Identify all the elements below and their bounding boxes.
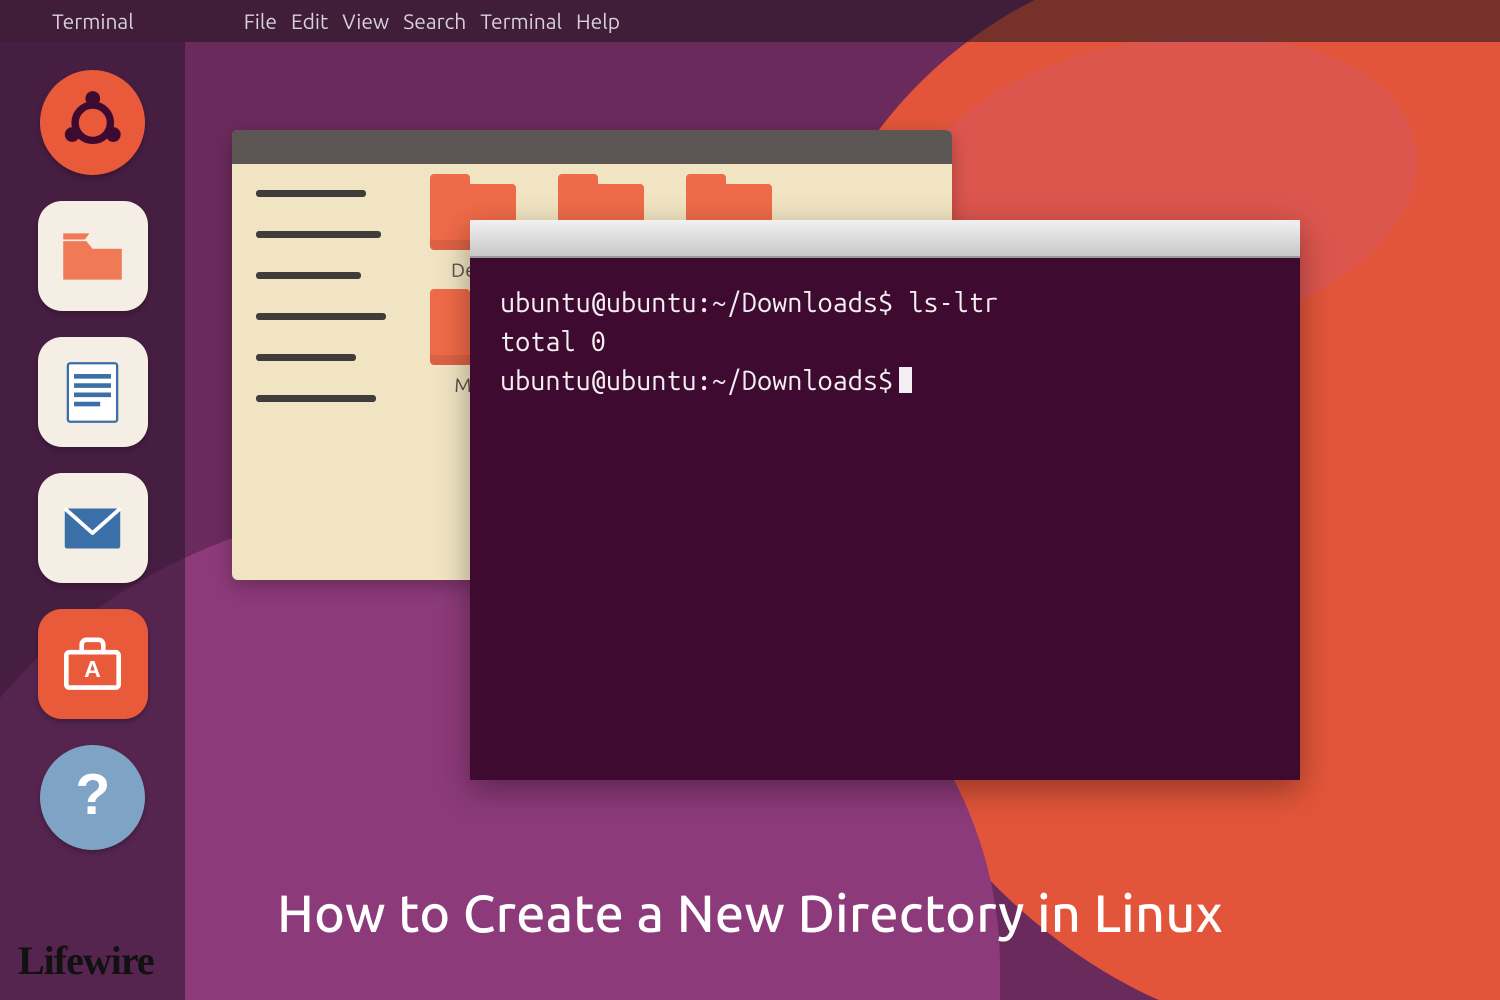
ubuntu-logo-icon bbox=[56, 86, 130, 160]
ubuntu-dash-icon[interactable] bbox=[40, 70, 145, 175]
mail-icon[interactable] bbox=[38, 473, 148, 583]
app-menu: File Edit View Search Terminal Help bbox=[244, 9, 620, 33]
terminal-line: ubuntu@ubuntu:~/Downloads$ ls-ltr bbox=[500, 288, 999, 318]
top-menu-bar: Terminal File Edit View Search Terminal … bbox=[0, 0, 1500, 42]
desktop-illustration: Terminal File Edit View Search Terminal … bbox=[0, 0, 1500, 1000]
menu-file[interactable]: File bbox=[244, 9, 277, 33]
files-icon[interactable] bbox=[38, 201, 148, 311]
software-center-icon[interactable]: A bbox=[38, 609, 148, 719]
svg-text:?: ? bbox=[75, 763, 110, 827]
menu-view[interactable]: View bbox=[342, 9, 389, 33]
menu-search[interactable]: Search bbox=[403, 9, 466, 33]
active-app-label: Terminal bbox=[52, 9, 134, 33]
sidebar-item-placeholder[interactable] bbox=[256, 190, 366, 197]
document-icon bbox=[54, 354, 131, 431]
help-icon[interactable]: ? bbox=[40, 745, 145, 850]
sidebar-item-placeholder[interactable] bbox=[256, 231, 381, 238]
question-mark-icon: ? bbox=[56, 761, 130, 835]
svg-text:A: A bbox=[84, 655, 101, 681]
terminal-window[interactable]: ubuntu@ubuntu:~/Downloads$ ls-ltr total … bbox=[470, 220, 1300, 780]
article-headline: How to Create a New Directory in Linux bbox=[0, 884, 1500, 942]
terminal-cursor-icon bbox=[899, 367, 912, 393]
file-manager-sidebar bbox=[232, 164, 412, 580]
lifewire-watermark: Lifewire bbox=[18, 937, 154, 984]
envelope-icon bbox=[54, 490, 131, 567]
briefcase-icon: A bbox=[54, 626, 131, 703]
sidebar-item-placeholder[interactable] bbox=[256, 395, 376, 402]
terminal-output[interactable]: ubuntu@ubuntu:~/Downloads$ ls-ltr total … bbox=[470, 258, 1300, 427]
menu-edit[interactable]: Edit bbox=[291, 9, 328, 33]
folder-icon bbox=[54, 218, 131, 295]
menu-terminal[interactable]: Terminal bbox=[480, 9, 562, 33]
terminal-line: total 0 bbox=[500, 327, 606, 357]
sidebar-item-placeholder[interactable] bbox=[256, 272, 361, 279]
text-editor-icon[interactable] bbox=[38, 337, 148, 447]
sidebar-item-placeholder[interactable] bbox=[256, 354, 356, 361]
terminal-prompt: ubuntu@ubuntu:~/Downloads$ bbox=[500, 366, 893, 396]
sidebar-item-placeholder[interactable] bbox=[256, 313, 386, 320]
launcher-dock: A ? bbox=[0, 42, 185, 1000]
file-manager-titlebar[interactable] bbox=[232, 130, 952, 164]
terminal-titlebar[interactable] bbox=[470, 220, 1300, 258]
menu-help[interactable]: Help bbox=[576, 9, 620, 33]
